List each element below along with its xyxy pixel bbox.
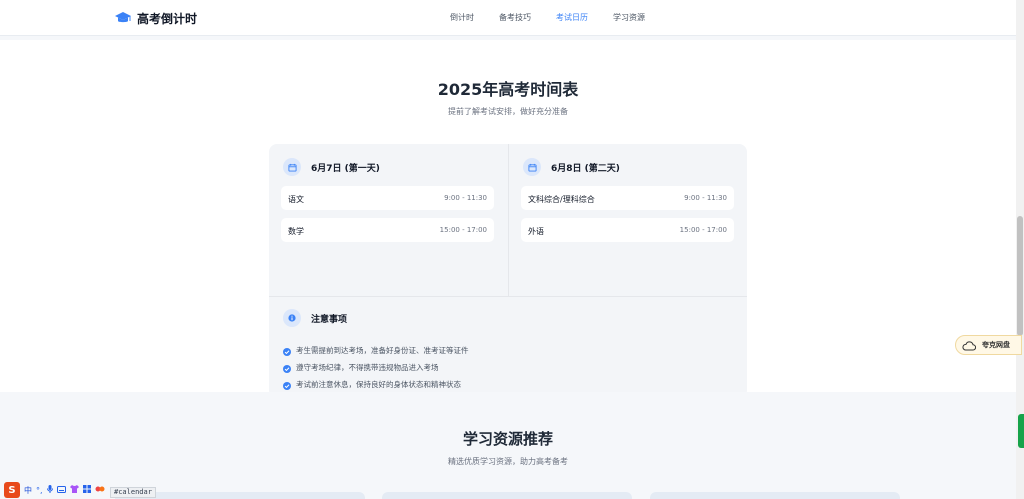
nav-calendar[interactable]: 考试日历	[556, 12, 588, 23]
cloud-icon	[962, 336, 977, 355]
brand-title: 高考倒计时	[137, 12, 198, 26]
exam-row: 文科综合/理科综合 9:00 - 11:30	[521, 186, 734, 210]
graduation-cap-icon	[115, 9, 131, 28]
grid-icon[interactable]	[82, 485, 91, 495]
calendar-icon	[283, 158, 301, 176]
notes-panel: 注意事项 考生需提前到达考场，准备好身份证、准考证等证件 遵守考场纪律，不得携带…	[269, 296, 747, 398]
ime-toolbar: S 中 °,	[4, 482, 105, 498]
keyboard-icon[interactable]	[56, 485, 66, 495]
nav-countdown[interactable]: 倒计时	[450, 12, 474, 23]
exam-row: 外语 15:00 - 17:00	[521, 218, 734, 242]
nav-links: 倒计时 备考技巧 考试日历 学习资源	[450, 12, 670, 23]
exam-subject: 外语	[528, 227, 544, 236]
side-tab[interactable]	[1018, 414, 1024, 448]
schedule-title: 2025年高考时间表	[437, 80, 579, 99]
ime-logo-icon[interactable]: S	[4, 482, 20, 498]
exam-row: 数学 15:00 - 17:00	[281, 218, 494, 242]
day-column: 6月8日 (第二天) 文科综合/理科综合 9:00 - 11:30 外语 15:…	[508, 144, 747, 296]
day-column: 6月7日 (第一天) 语文 9:00 - 11:30 数学 15:00 - 17…	[269, 144, 508, 296]
skin-icon[interactable]	[95, 485, 105, 495]
schedule-section: 2025年高考时间表 提前了解考试安排，做好充分准备 6月7日 (第一天) 语文…	[0, 40, 1016, 398]
shirt-icon[interactable]	[69, 485, 79, 495]
schedule-card: 6月7日 (第一天) 语文 9:00 - 11:30 数学 15:00 - 17…	[269, 144, 747, 398]
cloud-drive-label: 夸克网盘	[982, 341, 1010, 349]
punctuation-icon[interactable]: °,	[36, 486, 43, 495]
resource-card[interactable]	[382, 492, 632, 499]
exam-subject: 数学	[288, 227, 304, 236]
exam-subject: 文科综合/理科综合	[528, 195, 595, 204]
day-label: 6月8日 (第二天)	[551, 163, 620, 174]
exam-row: 语文 9:00 - 11:30	[281, 186, 494, 210]
notes-title: 注意事项	[311, 314, 348, 325]
day-label: 6月7日 (第一天)	[311, 163, 380, 174]
brand[interactable]: 高考倒计时	[115, 9, 197, 28]
cloud-drive-widget[interactable]: 夸克网盘	[955, 335, 1022, 355]
status-url: #calendar	[110, 487, 156, 498]
top-navbar: 高考倒计时 倒计时 备考技巧 考试日历 学习资源	[0, 0, 1016, 36]
ime-mode[interactable]: 中	[24, 485, 32, 496]
scrollbar-thumb[interactable]	[1017, 216, 1023, 336]
note-text: 考试前注意休息，保持良好的身体状态和精神状态	[296, 380, 461, 389]
exam-subject: 语文	[288, 195, 304, 204]
exam-time: 15:00 - 17:00	[679, 226, 727, 234]
exam-time: 9:00 - 11:30	[684, 194, 727, 202]
nav-resources[interactable]: 学习资源	[613, 12, 645, 23]
resource-card[interactable]	[650, 492, 900, 499]
resources-title: 学习资源推荐	[462, 430, 553, 448]
note-text: 遵守考场纪律，不得携带违规物品进入考场	[296, 363, 439, 372]
exam-time: 15:00 - 17:00	[439, 226, 487, 234]
resources-section: 学习资源推荐 精选优质学习资源，助力高考备考	[0, 392, 1016, 499]
microphone-icon[interactable]	[46, 485, 53, 495]
nav-tips[interactable]: 备考技巧	[499, 12, 531, 23]
schedule-subtitle: 提前了解考试安排，做好充分准备	[448, 107, 568, 116]
exam-time: 9:00 - 11:30	[444, 194, 487, 202]
info-icon	[283, 309, 301, 327]
resources-subtitle: 精选优质学习资源，助力高考备考	[448, 457, 568, 466]
calendar-icon	[523, 158, 541, 176]
note-text: 考生需提前到达考场，准备好身份证、准考证等证件	[296, 346, 469, 355]
